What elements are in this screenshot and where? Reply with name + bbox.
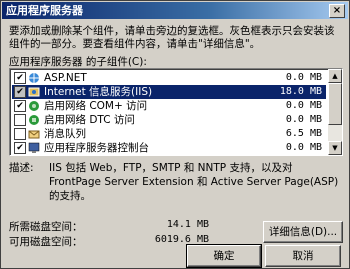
close-button[interactable]: × [329,4,345,18]
com-icon [29,101,39,111]
list-item[interactable]: ✔ ASP.NET 0.0 MB [12,71,326,85]
available-space-value: 6019.6 MB [154,234,209,245]
component-label: 启用网络 COM+ 访问 [44,100,148,112]
description-label: 描述: [9,162,34,174]
subcomponents-list[interactable]: ✔ ASP.NET 0.0 MB ✔ Internet 信息服务(IIS) 18… [9,68,343,156]
component-label: Internet 信息服务(IIS) [44,86,153,98]
component-size: 0.0 MB [285,100,322,111]
instructions-text: 要添加或删除某个组件，请单击旁边的复选框。灰色框表示只会安装该组件的一部分。要查… [9,25,335,50]
checkbox[interactable]: ✔ [14,86,26,98]
list-scrollbar[interactable]: ▲ ▼ [328,69,342,155]
cancel-button[interactable]: 取消 [265,245,341,267]
subcomponents-label: 应用程序服务器 的子组件(C): [9,56,147,68]
list-item[interactable]: ✔ 应用程序服务器控制台 0.0 MB [12,141,326,155]
scroll-up-button[interactable]: ▲ [328,69,342,83]
required-space-value: 14.1 MB [166,219,209,230]
list-item[interactable]: 消息队列 6.5 MB [12,127,326,141]
component-label: 消息队列 [44,128,86,140]
component-label: ASP.NET [44,72,87,84]
component-size: 6.5 MB [285,128,322,139]
queue-icon [28,130,40,139]
title-bar[interactable]: 应用程序服务器 × [2,2,348,19]
iis-icon [28,87,40,97]
list-item[interactable]: ✔ 启用网络 COM+ 访问 0.0 MB [12,99,326,113]
web-icon [29,73,39,83]
component-size: 0.0 MB [285,114,322,125]
scroll-down-button[interactable]: ▼ [328,141,342,155]
description-text: IIS 包括 Web，FTP，SMTP 和 NNTP 支持，以及对 FrontP… [49,162,339,202]
component-label: 应用程序服务器控制台 [44,142,149,154]
window-title: 应用程序服务器 [6,4,83,17]
scroll-thumb[interactable] [328,83,342,125]
checkbox[interactable]: ✔ [14,72,26,84]
dtc-icon [29,115,39,125]
application-server-dialog: 应用程序服务器 × 要添加或删除某个组件，请单击旁边的复选框。灰色框表示只会安装… [0,0,350,269]
list-item[interactable]: ✔ Internet 信息服务(IIS) 18.0 MB [12,85,326,99]
details-button[interactable]: 详细信息(D)... [263,221,343,243]
available-space-label: 可用磁盘空间： [9,236,83,248]
console-icon [28,142,40,153]
checkbox[interactable]: ✔ [14,100,26,112]
available-space-row: 可用磁盘空间： 6019.6 MB [9,234,209,249]
checkbox[interactable] [14,114,26,126]
checkbox[interactable] [14,128,26,140]
component-size: 0.0 MB [285,142,322,153]
required-space-row: 所需磁盘空间： 14.1 MB [9,219,209,234]
checkbox[interactable]: ✔ [14,142,26,154]
ok-button[interactable]: 确定 [186,244,262,268]
component-size: 18.0 MB [279,86,322,97]
list-item[interactable]: 启用网络 DTC 访问 0.0 MB [12,113,326,127]
required-space-label: 所需磁盘空间： [9,221,83,233]
component-size: 0.0 MB [285,72,322,83]
component-label: 启用网络 DTC 访问 [44,114,135,126]
